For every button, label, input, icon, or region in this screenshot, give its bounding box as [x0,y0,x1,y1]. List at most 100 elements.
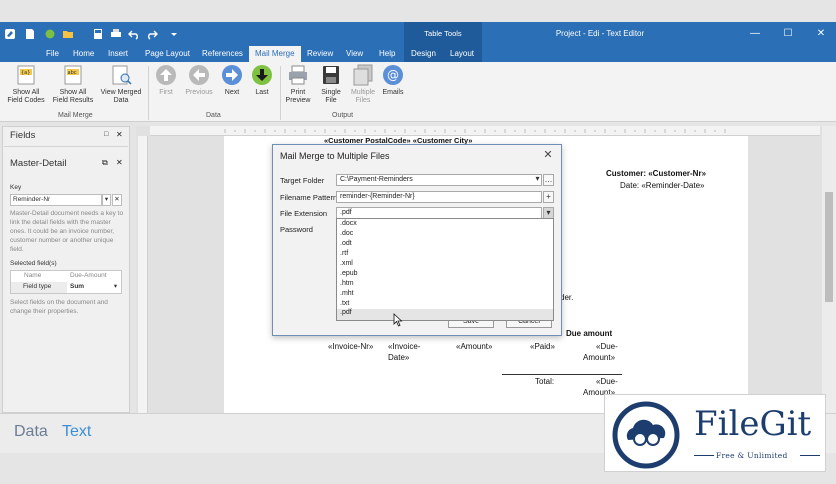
customize-icon[interactable] [168,28,180,40]
tab-help[interactable]: Help [379,49,395,58]
new-icon[interactable] [24,28,36,40]
folder-icon[interactable] [62,28,74,40]
browse-folder-button[interactable]: … [543,174,554,186]
close-master-detail-icon[interactable]: ✕ [116,158,123,167]
group-label-output: Output [332,112,354,119]
next-record-icon [222,65,242,85]
show-all-field-codes-label: Show All Field Codes [7,89,45,104]
tab-view[interactable]: View [346,49,363,58]
filegit-logo-icon [611,400,681,472]
save-icon[interactable] [92,28,104,40]
svg-text:abc: abc [68,70,77,76]
master-detail-title: Master-Detail [10,158,67,169]
open-icon[interactable] [44,28,56,40]
scrollbar-thumb[interactable] [825,192,833,302]
maximize-button[interactable]: ☐ [781,27,795,41]
tab-file[interactable]: File [46,49,59,58]
extension-option-docx[interactable]: .docx [340,220,357,227]
multiple-files-icon [353,64,373,86]
group-label-data: Data [206,112,221,119]
single-file-label: Single File [321,89,341,104]
doc-due-2: Amount» [583,353,616,362]
horizontal-ruler[interactable] [150,126,820,136]
password-label: Password [280,225,313,234]
tab-data[interactable]: Data [14,423,48,441]
show-all-field-results-button[interactable]: abc Show All Field Results [50,64,96,105]
window-title: Project - Edi - Text Editor [555,29,645,38]
field-type-dropdown-icon[interactable]: ▾ [110,282,121,293]
extension-option-mht[interactable]: .mht [340,290,354,297]
emails-button[interactable]: @ Emails [380,64,406,97]
extension-option-pdf[interactable]: .pdf [337,309,553,320]
tab-insert[interactable]: Insert [108,49,128,58]
view-merged-data-button[interactable]: View Merged Data [98,64,144,105]
first-record-button[interactable]: First [152,64,180,97]
show-all-field-codes-button[interactable]: {a} Show All Field Codes [4,64,48,105]
doc-order-fragment: der. [560,293,574,302]
app-icon[interactable] [4,28,16,40]
field-codes-icon: {a} [17,65,35,85]
master-detail-description: Master-Detail document needs a key to li… [10,210,124,253]
tab-text[interactable]: Text [62,423,91,441]
table-tools-label: Table Tools [424,29,462,38]
tab-review[interactable]: Review [307,49,333,58]
extension-option-doc[interactable]: .doc [340,230,353,237]
undo-icon[interactable] [128,28,140,40]
doc-customer-line: Customer: «Customer-Nr» [606,169,707,178]
multiple-files-label: Multiple Files [350,89,376,104]
ribbon-separator [280,66,281,120]
extension-option-epub[interactable]: .epub [340,270,358,277]
previous-record-label: Previous [185,89,213,96]
single-file-button[interactable]: Single File [316,64,346,105]
clear-key-icon[interactable]: ✕ [112,194,122,206]
extension-option-txt[interactable]: .txt [340,300,349,307]
next-record-button[interactable]: Next [218,64,246,97]
view-merged-data-label: View Merged Data [100,89,142,104]
target-folder-dropdown-icon[interactable]: ▾ [532,174,543,186]
field-type-label: Field type [11,282,67,293]
key-label: Key [10,184,22,191]
target-folder-label: Target Folder [280,176,325,185]
print-icon[interactable] [110,28,122,40]
vertical-ruler[interactable] [138,136,148,413]
previous-record-button[interactable]: Previous [182,64,216,97]
key-field[interactable]: Reminder-Nr [10,194,102,206]
target-folder-field[interactable]: C:\Payment-Reminders [336,174,542,186]
doc-due-1: «Due- [596,342,618,351]
field-type-value[interactable]: Sum [68,282,109,293]
fields-title: Fields [10,130,36,141]
minimize-button[interactable]: — [748,27,762,41]
previous-record-icon [189,65,209,85]
float-panel-icon[interactable]: ⧉ [102,158,108,168]
key-dropdown-icon[interactable]: ▾ [102,194,111,206]
doc-total-label: Total: [535,377,555,386]
extension-option-xml[interactable]: .xml [340,260,353,267]
print-preview-button[interactable]: Print Preview [283,64,313,105]
tab-mail-merge[interactable]: Mail Merge [249,46,301,62]
multiple-files-button[interactable]: Multiple Files [348,64,378,105]
extension-option-rtf[interactable]: .rtf [340,250,348,257]
tab-references[interactable]: References [202,49,243,58]
close-button[interactable]: ✕ [814,27,828,41]
filename-pattern-field[interactable]: reminder-{Reminder-Nr} [336,191,542,203]
single-file-icon [323,66,339,84]
pin-icon[interactable]: □ [104,131,112,139]
add-field-button[interactable]: + [543,191,554,203]
tab-home[interactable]: Home [73,49,94,58]
doc-due-amount-header: Due amount [566,329,613,338]
last-record-button[interactable]: Last [248,64,276,97]
dialog-close-button[interactable]: ✕ [541,148,555,162]
extension-option-odt[interactable]: .odt [340,240,352,247]
tab-page-layout[interactable]: Page Layout [145,49,190,58]
panel-hint: Select fields on the document and change… [10,299,108,315]
redo-icon[interactable] [146,28,158,40]
tagline-rule-left [694,455,714,456]
tab-layout[interactable]: Layout [450,49,474,58]
close-panel-icon[interactable]: ✕ [116,130,124,139]
ribbon-separator [148,66,149,120]
print-preview-icon [289,65,307,85]
extension-option-htm[interactable]: .htm [340,280,354,287]
tab-design[interactable]: Design [411,49,436,58]
filegit-tagline: Free & Unlimited [716,451,788,460]
doc-invoice-date-1: «Invoice- [388,342,421,351]
